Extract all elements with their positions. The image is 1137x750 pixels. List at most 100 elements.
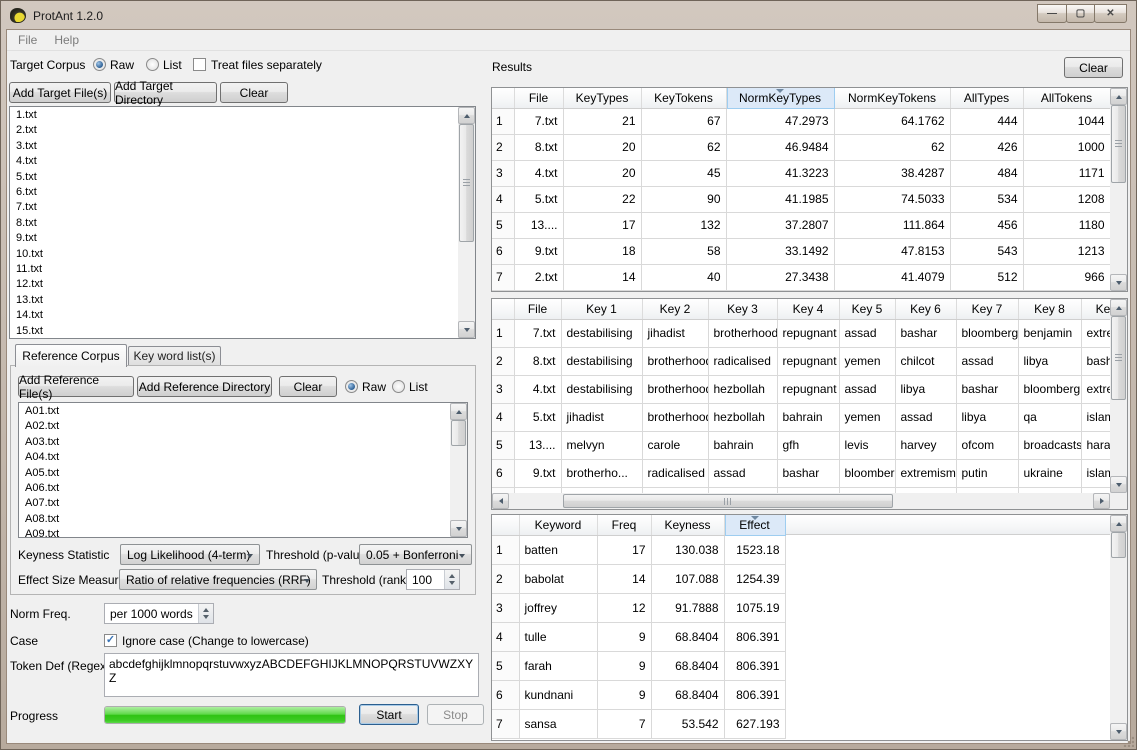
table-cell[interactable]: ofcom <box>956 431 1018 459</box>
table-cell[interactable]: 12 <box>597 593 651 622</box>
table-cell[interactable]: brotherhood <box>708 319 777 347</box>
table-cell[interactable]: 47.8153 <box>834 238 950 264</box>
table-cell[interactable]: bloomberg <box>956 319 1018 347</box>
maximize-button[interactable]: ▢ <box>1066 4 1095 23</box>
table-cell[interactable]: bashar <box>956 375 1018 403</box>
table-cell[interactable]: 8.txt <box>514 347 561 375</box>
table-cell[interactable]: brotherhood <box>642 375 708 403</box>
spinner-arrows-icon[interactable] <box>198 604 213 623</box>
treat-files-checkbox[interactable] <box>193 58 206 71</box>
table-cell[interactable]: repugnant <box>777 319 839 347</box>
table-cell[interactable]: 38.4287 <box>834 160 950 186</box>
table-row[interactable]: 2babolat14107.0881254.39 <box>492 564 785 593</box>
table-cell[interactable]: radicalised <box>642 459 708 487</box>
table-cell[interactable]: 806.391 <box>724 680 785 709</box>
table-cell[interactable]: qa <box>1018 403 1081 431</box>
file-list-item[interactable]: A08.txt <box>20 512 449 527</box>
file-list-item[interactable]: 11.txt <box>11 262 457 277</box>
scroll-up-button[interactable] <box>450 403 467 420</box>
table-cell[interactable]: 14 <box>597 564 651 593</box>
minimize-button[interactable]: — <box>1037 4 1067 23</box>
table-cell[interactable]: 68.8404 <box>651 622 724 651</box>
table-cell[interactable]: 1000 <box>1023 134 1110 160</box>
table-cell[interactable]: assad <box>895 403 956 431</box>
column-header[interactable]: File <box>514 299 561 319</box>
table-cell[interactable]: brotherhood <box>642 403 708 431</box>
table-cell[interactable]: 74.5033 <box>834 186 950 212</box>
table-cell[interactable]: 8.txt <box>514 134 563 160</box>
file-list-item[interactable]: 5.txt <box>11 170 457 185</box>
table-cell[interactable]: 13.... <box>514 431 561 459</box>
column-header[interactable]: Key 2 <box>642 299 708 319</box>
table-cell[interactable]: 46.9484 <box>726 134 834 160</box>
column-header[interactable]: Key 1 <box>561 299 642 319</box>
target-clear-button[interactable]: Clear <box>220 82 288 103</box>
file-list-item[interactable]: 9.txt <box>11 231 457 246</box>
table-cell[interactable]: 9 <box>597 680 651 709</box>
reference-raw-radio[interactable] <box>345 380 358 393</box>
tab-reference-corpus[interactable]: Reference Corpus <box>15 344 127 367</box>
table-cell[interactable]: 627.193 <box>724 709 785 738</box>
column-header[interactable]: Key 8 <box>1018 299 1081 319</box>
column-header[interactable]: Effect <box>724 515 785 535</box>
table-row[interactable]: 4tulle968.8404806.391 <box>492 622 785 651</box>
table-cell[interactable]: 58 <box>641 238 726 264</box>
scroll-up-button[interactable] <box>1110 88 1127 105</box>
tab-keyword-lists[interactable]: Key word list(s) <box>128 346 221 365</box>
file-list-item[interactable]: 7.txt <box>11 200 457 215</box>
scroll-right-button[interactable] <box>1093 493 1110 509</box>
column-header[interactable]: KeyTokens <box>641 88 726 108</box>
table-cell[interactable]: 90 <box>641 186 726 212</box>
menu-help[interactable]: Help <box>48 33 85 47</box>
table-cell[interactable]: gfh <box>777 431 839 459</box>
file-list-item[interactable]: 1.txt <box>11 108 457 123</box>
table-cell[interactable]: 9 <box>597 651 651 680</box>
table-cell[interactable]: brotherhood <box>642 347 708 375</box>
table-cell[interactable]: farah <box>519 651 597 680</box>
add-target-files-button[interactable]: Add Target File(s) <box>9 82 111 103</box>
table-cell[interactable]: 1208 <box>1023 186 1110 212</box>
table-cell[interactable]: destabilising <box>561 347 642 375</box>
table-cell[interactable]: 130.038 <box>651 535 724 564</box>
table-cell[interactable]: bahrain <box>777 403 839 431</box>
table-cell[interactable]: 18 <box>563 238 641 264</box>
column-header[interactable]: Key 4 <box>777 299 839 319</box>
table-cell[interactable]: 64.1762 <box>834 108 950 134</box>
table-cell[interactable]: 426 <box>950 134 1023 160</box>
scrollbar-thumb[interactable] <box>1111 105 1126 183</box>
table-cell[interactable]: 534 <box>950 186 1023 212</box>
file-list-item[interactable]: A07.txt <box>20 496 449 511</box>
table-cell[interactable]: 41.1985 <box>726 186 834 212</box>
table-row[interactable]: 7sansa753.542627.193 <box>492 709 785 738</box>
table-cell[interactable]: harvey <box>895 431 956 459</box>
table-row[interactable]: 513....1713237.2807111.8644561180 <box>492 212 1110 238</box>
table-cell[interactable]: 9.txt <box>514 459 561 487</box>
table-cell[interactable]: radicalised <box>708 347 777 375</box>
file-list-item[interactable]: 12.txt <box>11 277 457 292</box>
table-cell[interactable]: melvyn <box>561 431 642 459</box>
table-cell[interactable]: benjamin <box>1018 319 1081 347</box>
table-cell[interactable]: 21 <box>563 108 641 134</box>
table-cell[interactable]: 67 <box>641 108 726 134</box>
token-def-input[interactable]: abcdefghijklmnopqrstuvwxyzABCDEFGHIJKLMN… <box>104 653 479 697</box>
scrollbar-thumb[interactable] <box>451 420 466 446</box>
table-cell[interactable]: libya <box>956 403 1018 431</box>
table-cell[interactable]: libya <box>1018 347 1081 375</box>
table-cell[interactable]: 41.3223 <box>726 160 834 186</box>
table-cell[interactable]: 33.1492 <box>726 238 834 264</box>
table-cell[interactable]: 9 <box>597 622 651 651</box>
table-cell[interactable]: 27.3438 <box>726 264 834 290</box>
file-list-item[interactable]: 8.txt <box>11 216 457 231</box>
start-button[interactable]: Start <box>359 704 419 725</box>
title-bar[interactable]: ProtAnt 1.2.0 — ▢ ✕ <box>2 2 1135 29</box>
table-cell[interactable]: hezbollah <box>708 375 777 403</box>
table-cell[interactable]: bashar <box>777 459 839 487</box>
table-cell[interactable]: libya <box>895 375 956 403</box>
table-cell[interactable]: 512 <box>950 264 1023 290</box>
table-cell[interactable]: joffrey <box>519 593 597 622</box>
table-cell[interactable]: 1075.19 <box>724 593 785 622</box>
file-list-item[interactable]: 10.txt <box>11 247 457 262</box>
target-raw-radio[interactable] <box>93 58 106 71</box>
table-cell[interactable]: assad <box>839 375 895 403</box>
table-cell[interactable]: 5.txt <box>514 403 561 431</box>
